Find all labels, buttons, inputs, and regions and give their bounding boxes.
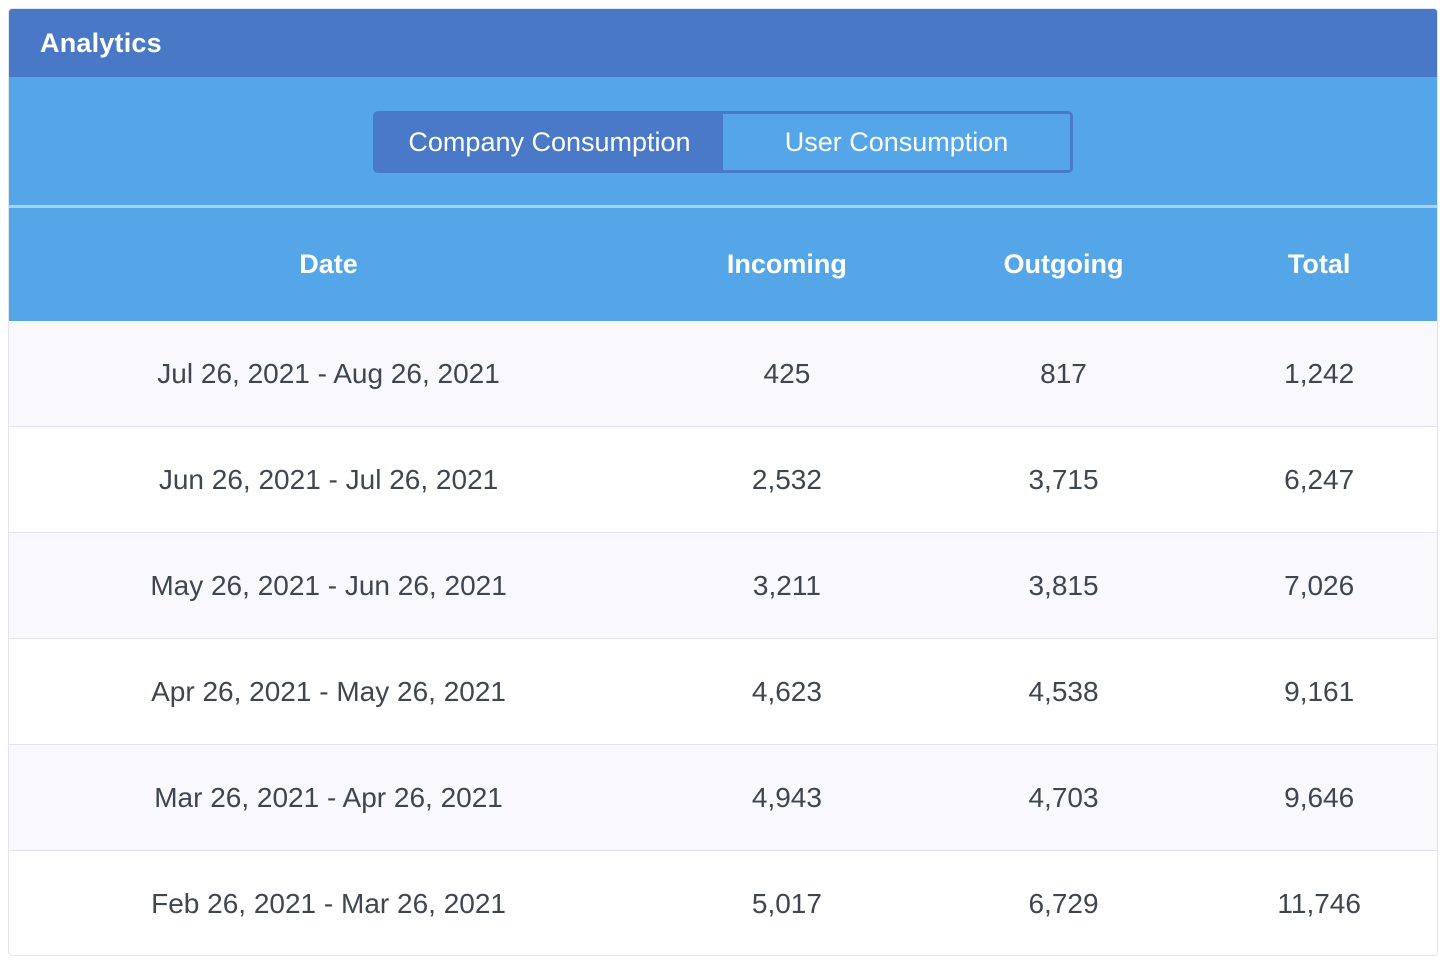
outgoing-cell: 6,729 <box>1028 888 1099 919</box>
total-cell: 9,646 <box>1284 781 1355 813</box>
table-row: Jun 26, 2021 - Jul 26, 2021 2,532 3,715 … <box>9 427 1437 533</box>
incoming-cell: 3,211 <box>752 569 821 601</box>
outgoing-cell: 4,703 <box>1028 781 1099 813</box>
consumption-toggle-bar: Company Consumption User Consumption <box>9 77 1437 205</box>
total-cell: 9,161 <box>1284 675 1355 707</box>
outgoing-cell: 3,815 <box>1028 569 1099 601</box>
incoming-cell: 425 <box>763 357 811 389</box>
outgoing-cell: 817 <box>1040 357 1087 389</box>
table-row: May 26, 2021 - Jun 26, 2021 3,211 3,815 … <box>9 533 1437 639</box>
outgoing-cell: 3,715 <box>1028 463 1099 495</box>
date-range-cell: Jun 26, 2021 - Jul 26, 2021 <box>158 463 499 495</box>
total-cell: 6,247 <box>1284 463 1355 495</box>
column-header-outgoing[interactable]: Outgoing <box>926 249 1202 280</box>
table-row: Jul 26, 2021 - Aug 26, 2021 425 817 1,24… <box>9 321 1437 427</box>
table-body: Jul 26, 2021 - Aug 26, 2021 425 817 1,24… <box>9 321 1437 955</box>
date-range-cell: May 26, 2021 - Jun 26, 2021 <box>150 569 507 601</box>
column-header-date[interactable]: Date <box>9 249 648 280</box>
outgoing-cell: 4,538 <box>1028 675 1099 707</box>
total-cell: 11,746 <box>1277 888 1361 919</box>
column-header-total[interactable]: Total <box>1201 249 1437 280</box>
incoming-cell: 4,943 <box>751 781 822 813</box>
analytics-panel: Analytics Company Consumption User Consu… <box>8 8 1438 956</box>
date-range-cell: Jul 26, 2021 - Aug 26, 2021 <box>157 357 500 389</box>
incoming-cell: 5,017 <box>751 888 822 919</box>
user-consumption-tab[interactable]: User Consumption <box>723 114 1070 170</box>
date-range-cell: Feb 26, 2021 - Mar 26, 2021 <box>151 888 506 919</box>
panel-title: Analytics <box>40 27 162 58</box>
date-range-cell: Mar 26, 2021 - Apr 26, 2021 <box>154 781 503 813</box>
panel-header: Analytics <box>9 9 1437 77</box>
total-cell: 7,026 <box>1284 569 1355 601</box>
total-cell: 1,242 <box>1284 357 1355 389</box>
incoming-cell: 2,532 <box>751 463 822 495</box>
incoming-cell: 4,623 <box>751 675 822 707</box>
company-consumption-tab[interactable]: Company Consumption <box>376 114 723 170</box>
date-range-cell: Apr 26, 2021 - May 26, 2021 <box>151 675 506 707</box>
consumption-toggle: Company Consumption User Consumption <box>373 111 1073 173</box>
column-header-incoming[interactable]: Incoming <box>648 249 926 280</box>
table-row: Feb 26, 2021 - Mar 26, 2021 5,017 6,729 … <box>9 851 1437 955</box>
table-row: Apr 26, 2021 - May 26, 2021 4,623 4,538 … <box>9 639 1437 745</box>
table-row: Mar 26, 2021 - Apr 26, 2021 4,943 4,703 … <box>9 745 1437 851</box>
table-header: Date Incoming Outgoing Total <box>9 208 1437 321</box>
